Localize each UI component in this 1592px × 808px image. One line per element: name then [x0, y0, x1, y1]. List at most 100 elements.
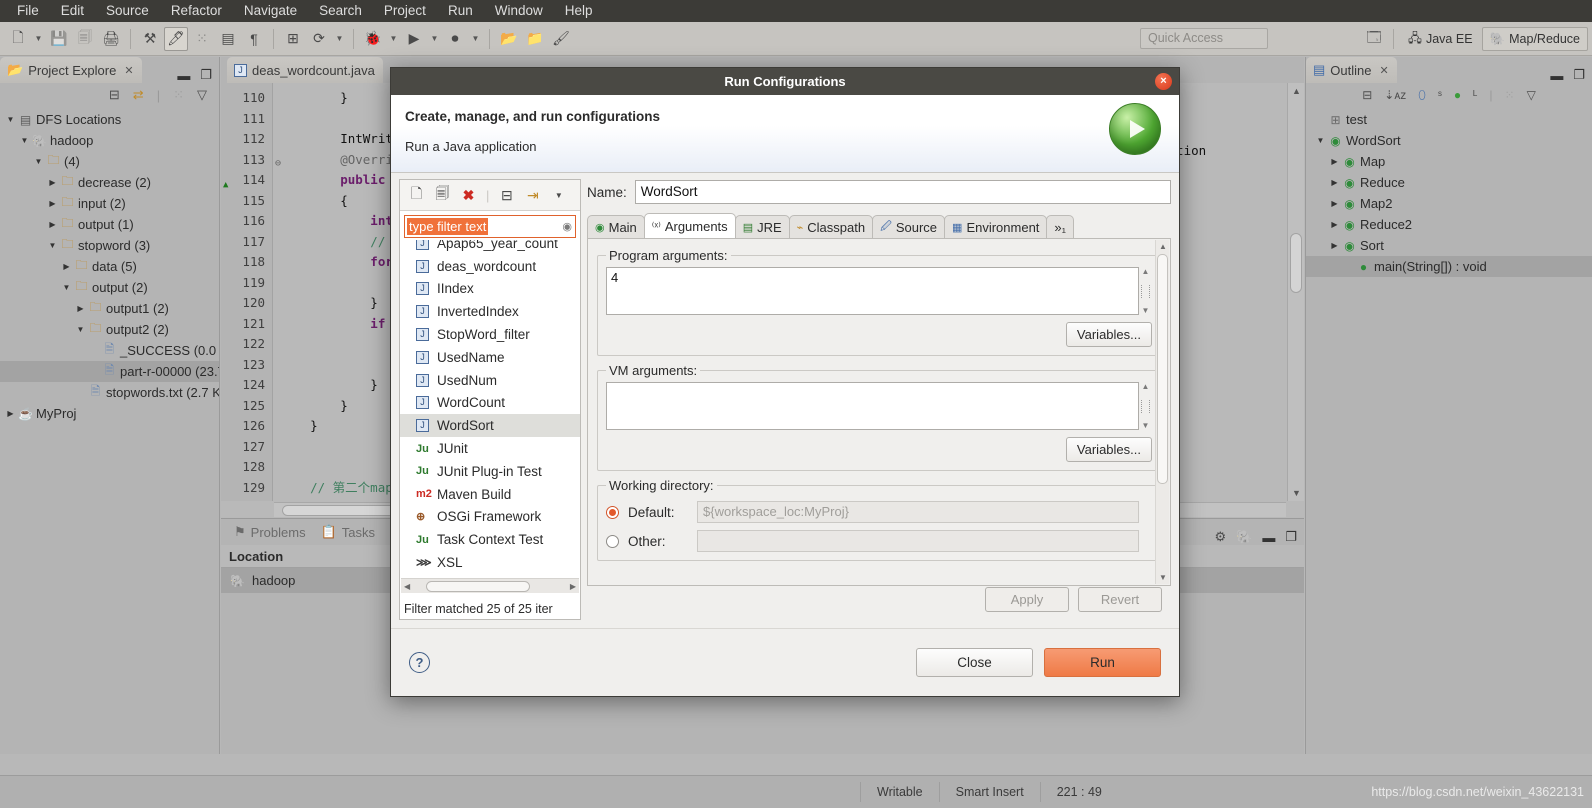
settings-gear-icon[interactable]: ⚙ — [1215, 529, 1227, 545]
project-tree-item[interactable]: ▼ 🗀 output2 (2) — [0, 319, 219, 340]
new-config-icon[interactable]: 🗋 — [408, 183, 425, 207]
hide-static-icon[interactable]: ˢ — [1438, 88, 1442, 102]
editor-vscroll-thumb[interactable] — [1290, 233, 1302, 293]
scroll-up-icon[interactable]: ▲ — [1142, 267, 1150, 276]
program-arguments-input[interactable]: 4 — [606, 267, 1139, 315]
program-arguments-scrollbar[interactable]: ▲ ▼ — [1140, 267, 1151, 315]
maximize-icon[interactable]: ❐ — [1285, 529, 1297, 545]
stop-run-icon[interactable]: ⏺ — [443, 27, 467, 51]
chevron-down-icon[interactable]: ▼ — [74, 325, 87, 334]
chevron-right-icon[interactable]: ▶ — [4, 409, 17, 418]
configuration-list-item[interactable]: ⋙ XSL — [400, 551, 580, 573]
project-tree-item[interactable]: ▼ 🗀 output (2) — [0, 277, 219, 298]
view-menu-icon[interactable]: ▽ — [1527, 88, 1536, 102]
configuration-list-item[interactable]: ⊕ OSGi Framework — [400, 506, 580, 529]
sort-alphabetical-icon[interactable]: ⇣ᴀᴢ — [1384, 88, 1406, 102]
run-history-dropdown-icon[interactable]: ▼ — [469, 27, 482, 51]
revert-button[interactable]: Revert — [1078, 587, 1162, 612]
chevron-down-icon[interactable]: ▼ — [60, 283, 73, 292]
menu-item-edit[interactable]: Edit — [50, 0, 95, 22]
menu-item-navigate[interactable]: Navigate — [233, 0, 308, 22]
highlight-icon[interactable]: 🖊 — [164, 26, 188, 51]
project-tree-item[interactable]: 🗎 part-r-00000 (23.7 — [0, 361, 219, 382]
outline-tree-item[interactable]: ▶ ◉ Sort — [1306, 235, 1592, 256]
filter-icon[interactable]: ⇥ — [524, 187, 541, 204]
view-menu-icon[interactable]: ▽ — [197, 87, 207, 103]
vm-arguments-scrollbar[interactable]: ▲ ▼ — [1140, 382, 1151, 430]
debug-dropdown-icon[interactable]: ▼ — [387, 27, 400, 51]
dialog-tab-jre[interactable]: ▤ JRE — [734, 215, 790, 238]
chevron-right-icon[interactable]: ▶ — [1328, 241, 1341, 250]
hide-fields-icon[interactable]: ⬯ — [1418, 88, 1426, 103]
open-perspective-icon[interactable]: 🗔 — [1362, 27, 1386, 51]
link-icon[interactable]: 🖌 — [549, 27, 573, 51]
scroll-up-icon[interactable]: ▲ — [1292, 86, 1301, 96]
tab-deas-wordcount-java[interactable]: J deas_wordcount.java — [227, 57, 383, 83]
new-dropdown-icon[interactable]: ▼ — [32, 27, 45, 51]
paragraph-icon[interactable]: ¶ — [242, 27, 266, 51]
tab-outline[interactable]: ▤ Outline ✕ — [1306, 57, 1397, 83]
scroll-left-icon[interactable]: ◀ — [401, 582, 413, 591]
external-tools-icon[interactable]: ⟳ — [307, 27, 331, 51]
arguments-tab-scroll-thumb[interactable] — [1157, 254, 1168, 484]
menu-item-source[interactable]: Source — [95, 0, 160, 22]
configuration-list-item[interactable]: m2 Maven Build — [400, 483, 580, 506]
chevron-right-icon[interactable]: ▶ — [1328, 220, 1341, 229]
outline-tree[interactable]: ⊞ test ▼ ◉ WordSort ▶ ◉ Map ▶ ◉ Reduce ▶ ◉ Map2 ▶ ◉ Redu… — [1306, 107, 1592, 277]
save-icon[interactable]: 💾 — [47, 27, 71, 51]
open-type-icon[interactable]: ▤ — [216, 27, 240, 51]
project-tree-item[interactable]: ▶ ☕ MyProj — [0, 403, 219, 424]
scroll-down-icon[interactable]: ▼ — [1159, 573, 1167, 582]
focus-icon[interactable]: ⁙ — [173, 87, 184, 103]
collapse-all-icon[interactable]: ⊟ — [498, 187, 515, 204]
outline-tree-item[interactable]: ⊞ test — [1306, 109, 1592, 130]
tab-tasks[interactable]: 📋 Tasks — [314, 519, 383, 545]
delete-config-icon[interactable]: ✖ — [460, 187, 477, 204]
chevron-right-icon[interactable]: ▶ — [1328, 199, 1341, 208]
scroll-up-icon[interactable]: ▲ — [1142, 382, 1150, 391]
menu-item-window[interactable]: Window — [484, 0, 554, 22]
project-tree-item[interactable]: 🗎 _SUCCESS (0.0 b, r: — [0, 340, 219, 361]
close-icon[interactable]: × — [1155, 73, 1172, 90]
close-icon[interactable]: ✕ — [1380, 64, 1389, 77]
chevron-right-icon[interactable]: ▶ — [60, 262, 73, 271]
chevron-down-icon[interactable]: ▼ — [4, 115, 17, 124]
configurations-hscrollbar[interactable]: ◀ ▶ — [401, 578, 579, 593]
menu-item-search[interactable]: Search — [308, 0, 373, 22]
configuration-list-item[interactable]: J IIndex — [400, 278, 580, 301]
project-tree-item[interactable]: ▼ 🗀 (4) — [0, 151, 219, 172]
configuration-list-item[interactable]: J UsedName — [400, 346, 580, 369]
filter-input[interactable]: type filter text ◉ — [404, 215, 576, 238]
hide-local-types-icon[interactable]: ᴸ — [1473, 88, 1477, 102]
perspective-map-reduce[interactable]: 🐘 Map/Reduce — [1481, 27, 1588, 51]
outline-tree-item[interactable]: ▶ ◉ Map — [1306, 151, 1592, 172]
outline-tree-item[interactable]: ▼ ◉ WordSort — [1306, 130, 1592, 151]
project-tree-item[interactable]: ▶ 🗀 input (2) — [0, 193, 219, 214]
working-directory-default-radio[interactable] — [606, 505, 619, 519]
project-tree-item[interactable]: ▶ 🗀 decrease (2) — [0, 172, 219, 193]
configuration-list-item[interactable]: J UsedNum — [400, 369, 580, 392]
project-tree-item[interactable]: ▶ 🗀 data (5) — [0, 256, 219, 277]
run-dropdown-icon[interactable]: ▼ — [428, 27, 441, 51]
outline-tree-item[interactable]: ▶ ◉ Map2 — [1306, 193, 1592, 214]
project-explorer-tree[interactable]: ▼ ▤ DFS Locations ▼ 🐘 hadoop ▼ 🗀 (4) ▶ 🗀 decrease (… — [0, 107, 219, 424]
close-button[interactable]: Close — [916, 648, 1033, 677]
outline-tree-item[interactable]: ● main(String[]) : void — [1306, 256, 1592, 277]
maximize-icon[interactable]: ❐ — [200, 67, 212, 83]
perspective-java-ee[interactable]: 🖧 Java EE — [1401, 27, 1480, 51]
chevron-down-icon[interactable]: ▼ — [1314, 136, 1327, 145]
scroll-down-icon[interactable]: ▼ — [1142, 306, 1150, 315]
export-icon[interactable]: 📁 — [523, 27, 547, 51]
dialog-tab-source[interactable]: 🖉 Source — [872, 215, 946, 238]
minimize-icon[interactable]: ▬ — [177, 68, 190, 83]
config-name-input[interactable]: WordSort — [634, 180, 1171, 204]
configuration-list-item[interactable]: Jdeas_wordcount — [400, 255, 580, 278]
configuration-list-item[interactable]: J WordCount — [400, 392, 580, 415]
chevron-right-icon[interactable]: ▶ — [46, 199, 59, 208]
dialog-tab--[interactable]: »₁ — [1046, 215, 1075, 238]
working-directory-other-value[interactable] — [697, 530, 1139, 552]
dialog-tab-environment[interactable]: ▦ Environment — [944, 215, 1048, 238]
configurations-hscroll-thumb[interactable] — [426, 580, 531, 592]
close-icon[interactable]: ✕ — [124, 64, 133, 77]
outline-tree-item[interactable]: ▶ ◉ Reduce — [1306, 172, 1592, 193]
